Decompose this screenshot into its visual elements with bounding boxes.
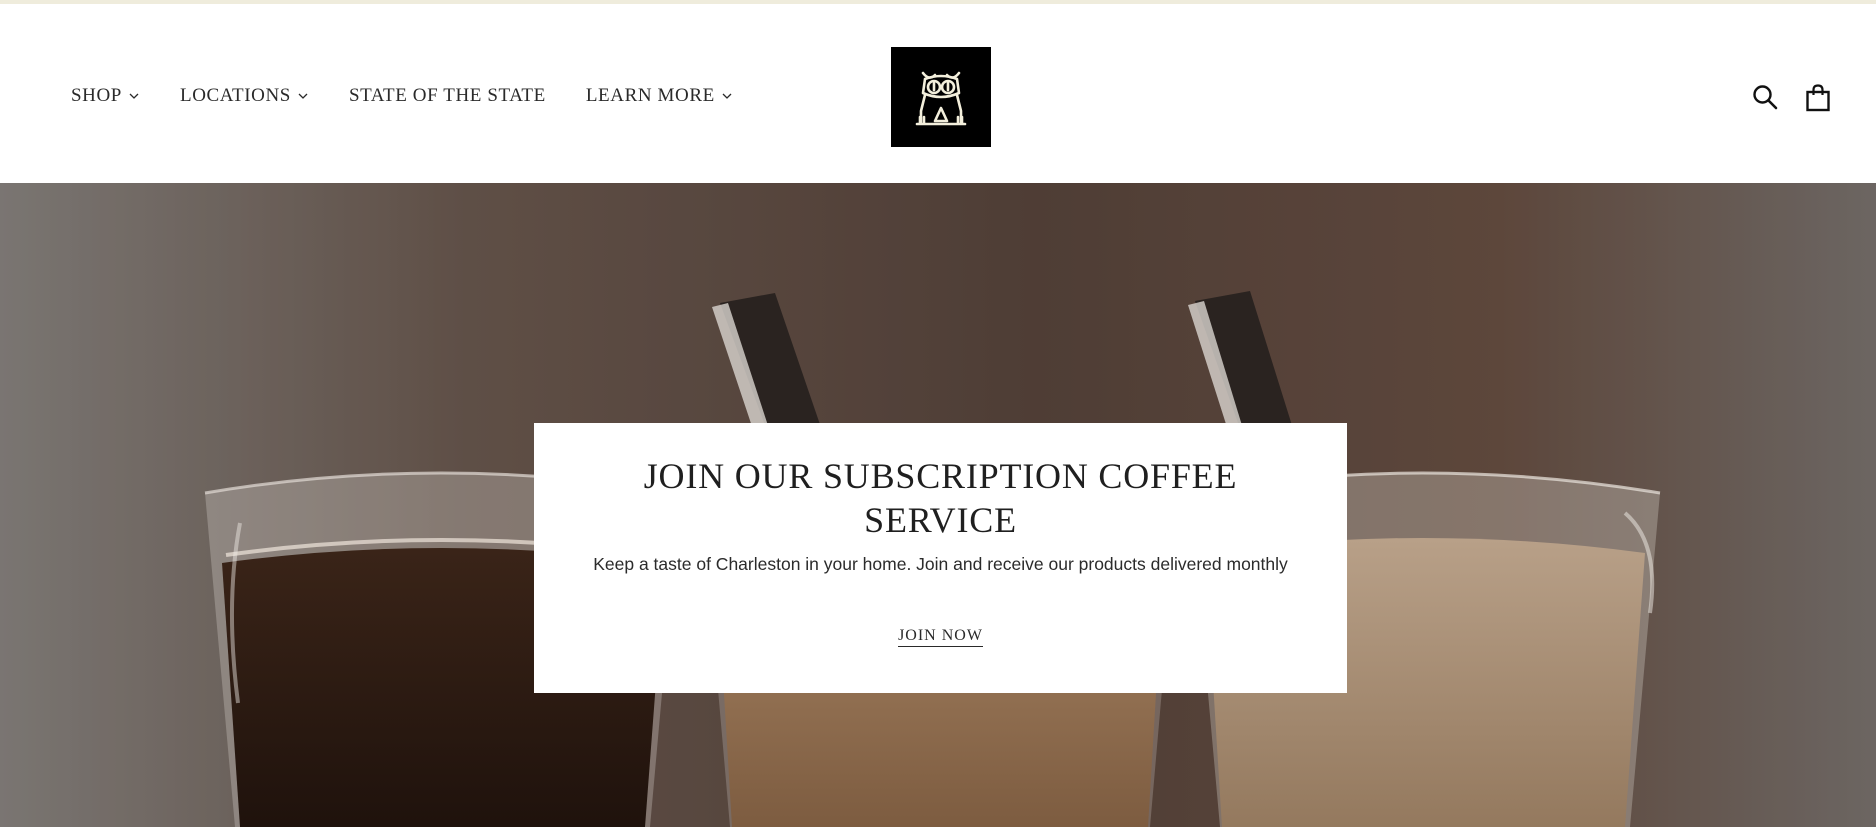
nav-item-locations[interactable]: LOCATIONS bbox=[180, 85, 309, 107]
promo-description: Keep a taste of Charleston in your home.… bbox=[593, 554, 1288, 574]
owl-logo-graphic bbox=[915, 71, 967, 126]
search-icon[interactable] bbox=[1752, 84, 1778, 110]
shopping-bag-icon[interactable] bbox=[1805, 84, 1831, 112]
nav-item-learn-more[interactable]: LEARN MORE bbox=[586, 85, 733, 107]
join-now-link[interactable]: JOIN NOW bbox=[898, 627, 983, 647]
chevron-down-icon bbox=[722, 93, 732, 99]
owl-logo-icon[interactable] bbox=[891, 47, 991, 147]
nav-item-label: LEARN MORE bbox=[585, 85, 715, 106]
nav-item-label: LOCATIONS bbox=[179, 85, 291, 106]
promo-link-wrap: JOIN NOW bbox=[534, 627, 1347, 647]
subscription-promo-card: JOIN OUR SUBSCRIPTION COFFEE SERVICE Kee… bbox=[534, 423, 1347, 693]
chevron-down-icon bbox=[129, 93, 139, 99]
nav-item-shop[interactable]: SHOP bbox=[71, 85, 140, 107]
nav-item-state-of-the-state[interactable]: STATE OF THE STATE bbox=[349, 85, 546, 107]
main-navigation: SHOP LOCATIONS STATE OF THE STATE LEARN … bbox=[71, 82, 773, 110]
nav-item-label: STATE OF THE STATE bbox=[348, 85, 546, 106]
site-header: SHOP LOCATIONS STATE OF THE STATE LEARN … bbox=[0, 4, 1876, 183]
chevron-down-icon bbox=[298, 93, 308, 99]
nav-item-label: SHOP bbox=[71, 85, 122, 106]
promo-title: JOIN OUR SUBSCRIPTION COFFEE SERVICE bbox=[643, 456, 1238, 540]
